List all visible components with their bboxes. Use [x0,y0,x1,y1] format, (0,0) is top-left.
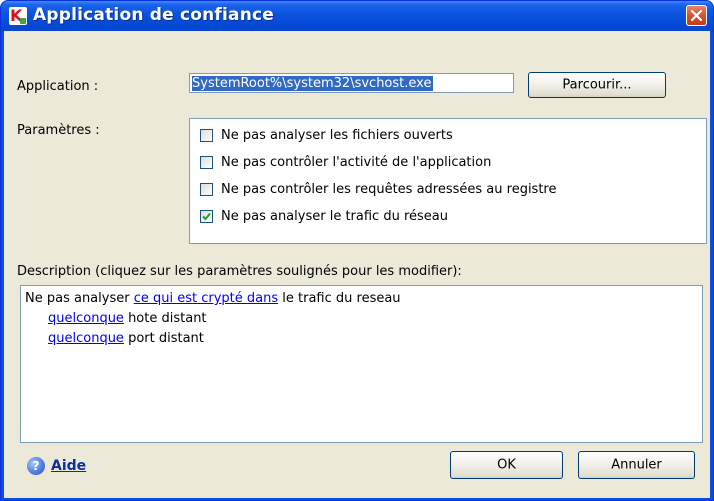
param-label: Ne pas analyser les fichiers ouverts [221,128,453,143]
cancel-button[interactable]: Annuler [578,451,695,479]
description-box: Ne pas analyser ce qui est crypté dans l… [20,285,703,443]
application-path-value: SystemRoot%\system32\svchost.exe [192,76,434,91]
dialog-window: K Application de confiance Application :… [0,0,714,501]
param-label: Ne pas contrôler les requêtes adressées … [221,182,557,197]
help-link[interactable]: Aide [51,458,86,474]
dialog-body: Application : SystemRoot%\system32\svcho… [4,31,710,498]
checkbox-unchecked[interactable] [200,183,213,196]
application-path-input[interactable]: SystemRoot%\system32\svchost.exe [189,73,514,93]
title-bar[interactable]: K Application de confiance [1,1,713,31]
kaspersky-logo-icon: K [9,7,27,25]
remote-port-link[interactable]: quelconque [48,331,124,346]
browse-button[interactable]: Parcourir... [528,72,666,98]
param-label: Ne pas contrôler l'activité de l'applica… [221,155,492,170]
description-text: Ne pas analyser [25,291,134,306]
cancel-button-label: Annuler [611,457,662,473]
description-text: port distant [123,331,204,346]
description-line: Ne pas analyser ce qui est crypté dans l… [25,291,401,307]
params-list: Ne pas analyser les fichiers ouverts Ne … [189,118,707,244]
ok-button[interactable]: OK [450,451,563,479]
description-text: hote distant [123,311,207,326]
checkbox-unchecked[interactable] [200,129,213,142]
ok-button-label: OK [497,457,516,473]
browse-button-label: Parcourir... [562,77,632,93]
help-icon[interactable]: ? [27,457,45,475]
description-line: quelconque port distant [48,331,204,347]
close-button[interactable] [686,5,707,26]
remote-host-link[interactable]: quelconque [48,311,124,326]
params-label: Paramètres : [17,123,100,138]
window-title: Application de confiance [33,5,275,25]
param-label: Ne pas analyser le trafic du réseau [221,209,448,224]
description-label: Description (cliquez sur les paramètres … [17,264,462,279]
description-text: le trafic du reseau [278,291,401,306]
checkbox-unchecked[interactable] [200,156,213,169]
encrypted-traffic-link[interactable]: ce qui est crypté dans [134,291,278,306]
application-label: Application : [17,79,99,94]
checkbox-checked[interactable] [200,210,213,223]
close-icon [691,10,702,21]
checkmark-icon [202,212,211,221]
description-line: quelconque hote distant [48,311,207,327]
